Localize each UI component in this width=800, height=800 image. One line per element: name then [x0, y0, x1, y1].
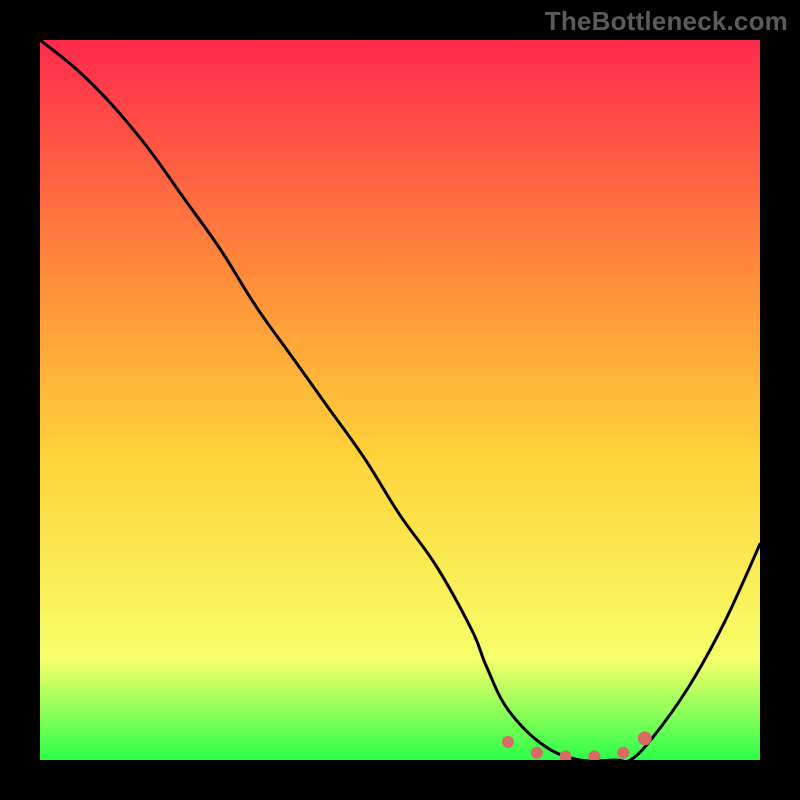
flat-end-dot — [638, 731, 652, 745]
flat-cluster-left — [502, 736, 514, 748]
watermark-text: TheBottleneck.com — [545, 6, 788, 37]
flat-cluster-mid1 — [531, 747, 543, 759]
chart-svg — [40, 40, 760, 760]
plot-area — [40, 40, 760, 760]
chart-frame: TheBottleneck.com — [0, 0, 800, 800]
flat-cluster-right — [617, 747, 629, 759]
